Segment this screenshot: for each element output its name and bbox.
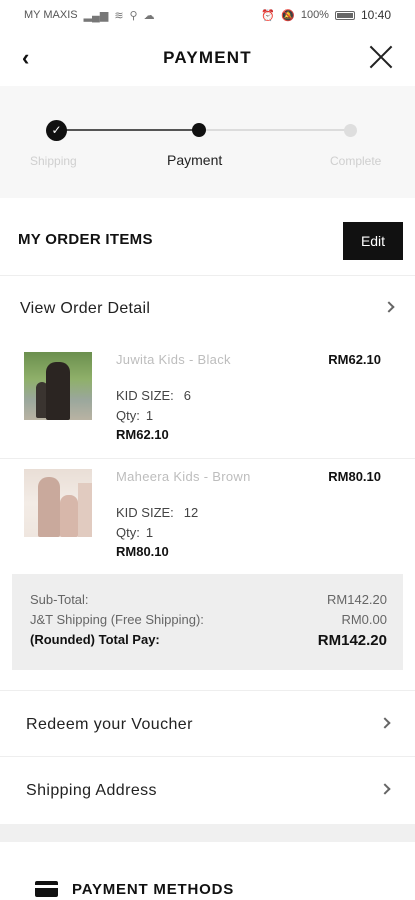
total-label: (Rounded) Total Pay: bbox=[30, 632, 160, 647]
product-name: Maheera Kids - Brown bbox=[116, 469, 251, 484]
shipping-address-label: Shipping Address bbox=[26, 782, 157, 799]
product-photo-figure bbox=[78, 483, 92, 537]
edit-button[interactable]: Edit bbox=[343, 222, 403, 260]
product-photo-figure bbox=[38, 477, 60, 537]
order-items-header: MY ORDER ITEMS Edit bbox=[0, 198, 415, 276]
battery-percent: 100% bbox=[300, 9, 329, 21]
chevron-right-icon bbox=[379, 717, 391, 729]
usb-icon: ⚲ bbox=[129, 9, 138, 22]
chevron-right-icon bbox=[379, 783, 391, 795]
product-total: RM80.10 bbox=[116, 544, 169, 559]
subtotal-label: Sub-Total: bbox=[30, 592, 89, 607]
status-bar-left: MY MAXIS ▂▄▆ ≋ ⚲ ☁ bbox=[24, 9, 155, 22]
step-label-complete: Complete bbox=[330, 154, 382, 168]
close-icon[interactable] bbox=[367, 42, 395, 70]
page-title: PAYMENT bbox=[163, 48, 252, 67]
product-photo-figure bbox=[46, 362, 70, 420]
step-connector-pending bbox=[199, 129, 351, 131]
shipping-value: RM0.00 bbox=[341, 612, 387, 627]
product-size: KID SIZE: 6 bbox=[116, 388, 191, 403]
order-item: Juwita Kids - Black RM62.10 KID SIZE: 6 Q… bbox=[0, 342, 415, 458]
product-price: RM80.10 bbox=[328, 469, 381, 484]
credit-card-icon bbox=[35, 881, 58, 897]
order-item: Maheera Kids - Brown RM80.10 KID SIZE: 12… bbox=[0, 458, 415, 574]
shipping-label: J&T Shipping (Free Shipping): bbox=[30, 612, 204, 627]
status-bar-right: ⏰ 🔕 100% 10:40 bbox=[261, 8, 391, 22]
carrier-label: MY MAXIS bbox=[24, 9, 78, 21]
subtotal-value: RM142.20 bbox=[327, 592, 387, 607]
view-order-detail-label: View Order Detail bbox=[20, 300, 151, 317]
subtotal-row: Sub-Total: RM142.20 bbox=[30, 592, 387, 607]
step-dot-pending bbox=[344, 124, 357, 137]
shipping-address-row[interactable]: Shipping Address bbox=[0, 756, 415, 822]
redeem-voucher-label: Redeem your Voucher bbox=[26, 716, 193, 733]
qty-value: 1 bbox=[145, 408, 154, 423]
wifi-icon: ≋ bbox=[114, 9, 124, 22]
product-photo-figure bbox=[60, 495, 78, 537]
product-total: RM62.10 bbox=[116, 427, 169, 442]
payment-methods-title: PAYMENT METHODS bbox=[72, 881, 235, 898]
qty-value: 1 bbox=[145, 525, 154, 540]
size-label: KID SIZE: bbox=[116, 388, 174, 403]
product-name: Juwita Kids - Black bbox=[116, 352, 231, 367]
shipping-row: J&T Shipping (Free Shipping): RM0.00 bbox=[30, 612, 387, 627]
signal-icon: ▂▄▆ bbox=[83, 9, 109, 22]
step-label-payment: Payment bbox=[167, 152, 223, 168]
chevron-left-icon[interactable]: ‹ bbox=[22, 44, 48, 72]
alarm-icon: ⏰ bbox=[261, 9, 276, 22]
redeem-voucher-row[interactable]: Redeem your Voucher bbox=[0, 690, 415, 756]
product-price: RM62.10 bbox=[328, 352, 381, 367]
product-qty: Qty: 1 bbox=[116, 408, 153, 423]
qty-label: Qty: bbox=[116, 525, 140, 540]
product-size: KID SIZE: 12 bbox=[116, 505, 198, 520]
step-dot-active bbox=[192, 123, 206, 137]
product-image bbox=[24, 469, 92, 537]
page-header: ‹ PAYMENT bbox=[0, 30, 415, 86]
total-value: RM142.20 bbox=[317, 632, 387, 649]
size-value: 6 bbox=[183, 388, 192, 403]
status-bar: MY MAXIS ▂▄▆ ≋ ⚲ ☁ ⏰ 🔕 100% 10:40 bbox=[0, 0, 415, 30]
mute-icon: 🔕 bbox=[281, 9, 295, 22]
battery-icon bbox=[334, 10, 355, 20]
product-image bbox=[24, 352, 92, 420]
chevron-right-icon bbox=[383, 301, 395, 313]
total-row: (Rounded) Total Pay: RM142.20 bbox=[30, 632, 387, 649]
size-value: 12 bbox=[183, 505, 199, 520]
size-label: KID SIZE: bbox=[116, 505, 174, 520]
order-summary: Sub-Total: RM142.20 J&T Shipping (Free S… bbox=[12, 574, 403, 670]
clock: 10:40 bbox=[360, 8, 391, 22]
section-divider bbox=[0, 824, 415, 842]
step-label-shipping: Shipping bbox=[30, 154, 77, 168]
product-qty: Qty: 1 bbox=[116, 525, 153, 540]
cloud-icon: ☁ bbox=[143, 9, 155, 22]
check-icon: ✓ bbox=[46, 120, 67, 141]
order-items-title: MY ORDER ITEMS bbox=[18, 231, 153, 248]
payment-methods-section: PAYMENT METHODS bbox=[0, 842, 415, 900]
checkout-stepper: ✓ Shipping Payment Complete bbox=[0, 86, 415, 198]
view-order-detail-row[interactable]: View Order Detail bbox=[0, 277, 415, 339]
qty-label: Qty: bbox=[116, 408, 140, 423]
step-connector-done bbox=[57, 129, 199, 131]
